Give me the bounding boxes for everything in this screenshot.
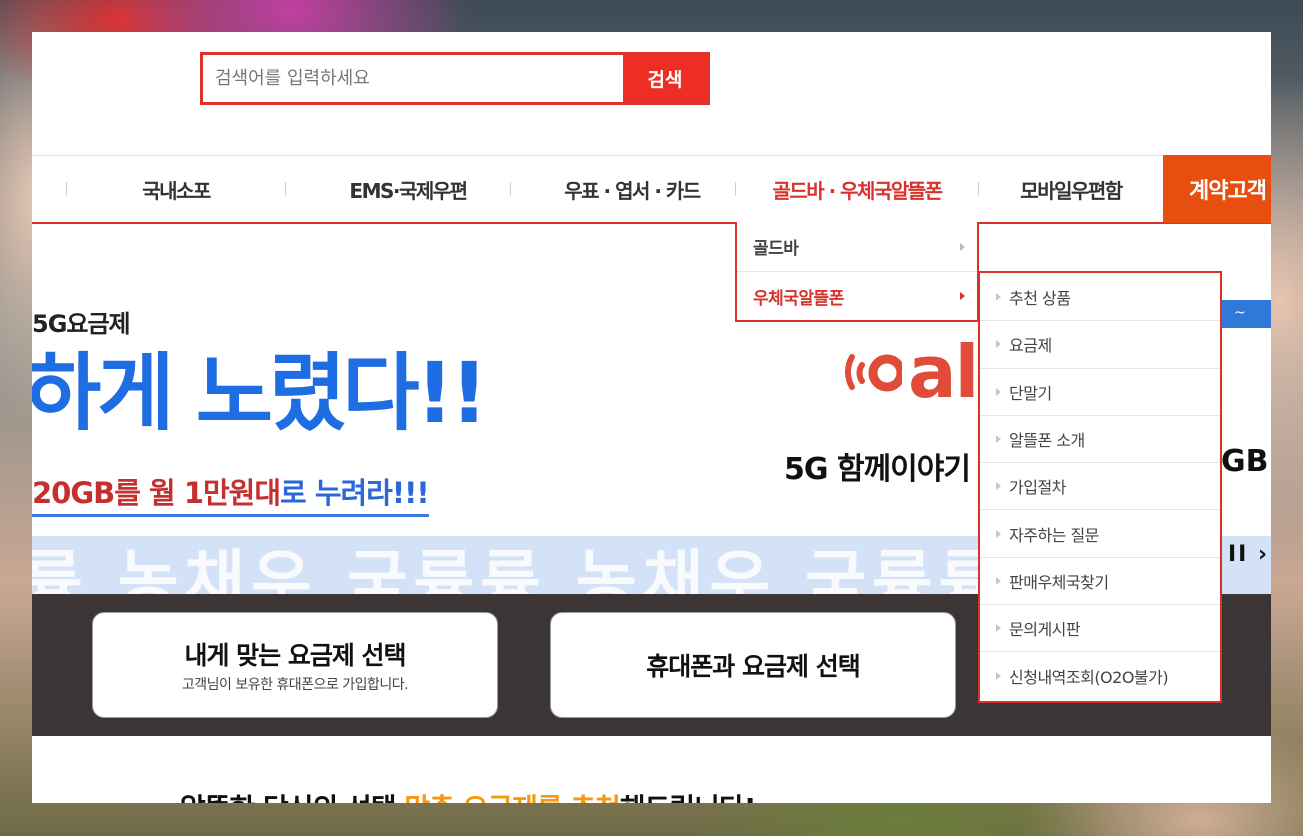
submenu-item-inquiry-board[interactable]: 문의게시판 [980, 604, 1220, 651]
submenu-item-plans[interactable]: 요금제 [980, 320, 1220, 367]
nav-separator [285, 182, 286, 196]
nav-item-stamps[interactable]: 우표 · 엽서 · 카드 [526, 156, 738, 222]
search-button[interactable]: 검색 [623, 55, 707, 102]
nav-separator [66, 182, 67, 196]
submenu-item-label: 가입절차 [1009, 478, 1066, 498]
submenu-item-label: 알뜰폰 소개 [1009, 431, 1085, 451]
submenu-item-label: 신청내역조회(O2O불가) [1009, 667, 1169, 687]
nav-item-goldbar-mvno[interactable]: 골드바 · 우체국알뜰폰 [738, 156, 976, 222]
submenu-item-goldbar[interactable]: 골드바 [737, 222, 977, 271]
slider-pause-next-controls[interactable]: II › [1228, 542, 1269, 567]
submenu-item-about[interactable]: 알뜰폰 소개 [980, 414, 1220, 462]
card-choose-plan[interactable]: 내게 맞는 요금제 선택 고객님이 보유한 휴대폰으로 가입합니다. [92, 612, 498, 718]
card-title: 내게 맞는 요금제 선택 [184, 641, 406, 670]
caret-right-icon [996, 482, 1001, 491]
card-choose-phone-and-plan[interactable]: 휴대폰과 요금제 선택 [550, 612, 956, 718]
submenu-item-mvno[interactable]: 우체국알뜰폰 [737, 271, 977, 320]
submenu-item-label: 문의게시판 [1009, 620, 1081, 640]
nav-separator [735, 182, 736, 196]
caret-right-icon [996, 435, 1001, 444]
submenu-mvno: 추천 상품 요금제 단말기 알뜰폰 소개 가입절차 자주하는 질문 판매우체국찾… [978, 271, 1222, 703]
nav-item-ems[interactable]: EMS·국제우편 [304, 156, 512, 222]
submenu-item-faq[interactable]: 자주하는 질문 [980, 509, 1220, 556]
banner-subline-red: 20GB를 월 1만원대 [32, 476, 281, 510]
caret-right-icon [996, 671, 1001, 680]
submenu-item-signup-process[interactable]: 가입절차 [980, 462, 1220, 509]
submenu-item-devices[interactable]: 단말기 [980, 367, 1220, 415]
submenu-item-label: 우체국알뜰폰 [753, 288, 844, 309]
section-heading-prefix: 알뜰한 당신의 선택 [180, 792, 404, 803]
section-heading-highlight: 맞춤 요금제를 추천 [404, 792, 621, 803]
caret-right-icon [960, 242, 965, 251]
caret-right-icon [996, 340, 1001, 349]
banner-wave-text: 륭 농채우 국륭륭 농채우 국륭륭 [32, 543, 1006, 594]
submenu-item-find-post-office[interactable]: 판매우체국찾기 [980, 556, 1220, 604]
submenu-item-recommended[interactable]: 추천 상품 [980, 273, 1220, 320]
browser-viewport: 검색 국내소포 EMS·국제우편 우표 · 엽서 · 카드 골드바 · 우체국알… [32, 32, 1271, 803]
caret-right-icon [996, 292, 1001, 301]
nav-separator [510, 182, 511, 196]
nav-separator [978, 182, 979, 196]
product-line: 5G 함께이야기 [784, 452, 971, 487]
banner-headline: 하게 노렸다!! [32, 344, 488, 442]
search-input[interactable] [203, 55, 623, 102]
caret-right-icon [996, 387, 1001, 396]
product-line-end: GB) [1221, 444, 1271, 479]
banner-chip: ~ [1222, 300, 1271, 328]
submenu-item-label: 골드바 [753, 239, 799, 259]
nav-item-mobile-mailbox[interactable]: 모바일우편함 [980, 156, 1162, 222]
banner-subline: 20GB를 월 1만원대로 누려라!!! [32, 470, 430, 517]
caret-right-icon [996, 529, 1001, 538]
submenu-item-label: 요금제 [1009, 336, 1052, 356]
caret-right-icon [960, 292, 965, 300]
submenu-item-label: 단말기 [1009, 383, 1052, 403]
signal-icon [845, 354, 902, 392]
card-desc: 고객님이 보유한 휴대폰으로 가입합니다. [181, 677, 409, 693]
search-bar: 검색 [200, 52, 710, 105]
banner-subline-blue: 로 누려라!!! [280, 476, 429, 510]
submenu-goldbar-mvno: 골드바 우체국알뜰폰 [735, 222, 979, 322]
submenu-item-application-lookup[interactable]: 신청내역조회(O2O불가) [980, 651, 1220, 698]
caret-right-icon [996, 576, 1001, 585]
section-heading-suffix: 해드립니다! [620, 792, 757, 803]
submenu-item-label: 자주하는 질문 [1009, 525, 1099, 545]
nav-cta-contract-customer[interactable]: 계약고객 [1163, 155, 1271, 223]
submenu-item-label: 판매우체국찾기 [1009, 572, 1109, 592]
main-nav: 국내소포 EMS·국제우편 우표 · 엽서 · 카드 골드바 · 우체국알뜰폰 … [32, 155, 1271, 224]
submenu-item-label: 추천 상품 [1009, 288, 1071, 308]
section-heading: 알뜰한 당신의 선택 맞춤 요금제를 추천해드립니다! [180, 787, 757, 803]
card-title: 휴대폰과 요금제 선택 [646, 652, 860, 681]
caret-right-icon [996, 624, 1001, 633]
nav-item-domestic-parcel[interactable]: 국내소포 [88, 156, 264, 222]
